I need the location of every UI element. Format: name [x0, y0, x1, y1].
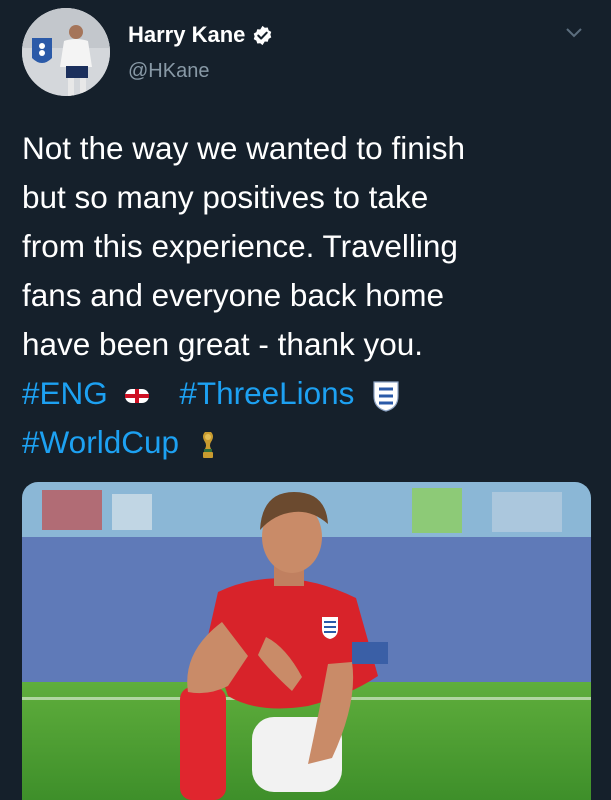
author-name[interactable]: Harry Kane	[128, 22, 245, 48]
author-handle[interactable]: @HKane	[128, 60, 209, 83]
tweet-line: Not the way we wanted to finish	[22, 130, 465, 166]
england-flag-icon	[124, 388, 149, 403]
avatar[interactable]	[22, 8, 110, 96]
tweet-line: fans and everyone back home	[22, 277, 445, 313]
chevron-down-icon[interactable]	[564, 26, 584, 40]
hashtag-worldcup[interactable]: #WorldCup	[22, 424, 179, 460]
tweet-photo[interactable]	[22, 482, 591, 800]
tweet-line: but so many positives to take	[22, 179, 429, 215]
hashtag-eng[interactable]: #ENG	[22, 375, 108, 411]
england-player-avatar-icon	[22, 8, 110, 96]
tweet-header: Harry Kane @HKane	[0, 0, 611, 110]
author-name-row[interactable]: Harry Kane	[128, 22, 273, 48]
harry-kane-photo	[22, 482, 591, 800]
verified-badge-icon	[254, 25, 272, 45]
hashtag-threelions[interactable]: #ThreeLions	[179, 375, 354, 411]
tweet-line: from this experience. Travelling	[22, 228, 458, 264]
tweet-line: have been great - thank you.	[22, 326, 424, 362]
tweet-text: Not the way we wanted to finish but so m…	[22, 124, 592, 467]
three-lions-crest-icon	[373, 381, 399, 412]
world-cup-trophy-icon	[202, 431, 213, 458]
hashtag-line: #WorldCup	[22, 418, 592, 467]
hashtag-line: #ENG #ThreeLions	[22, 369, 592, 418]
